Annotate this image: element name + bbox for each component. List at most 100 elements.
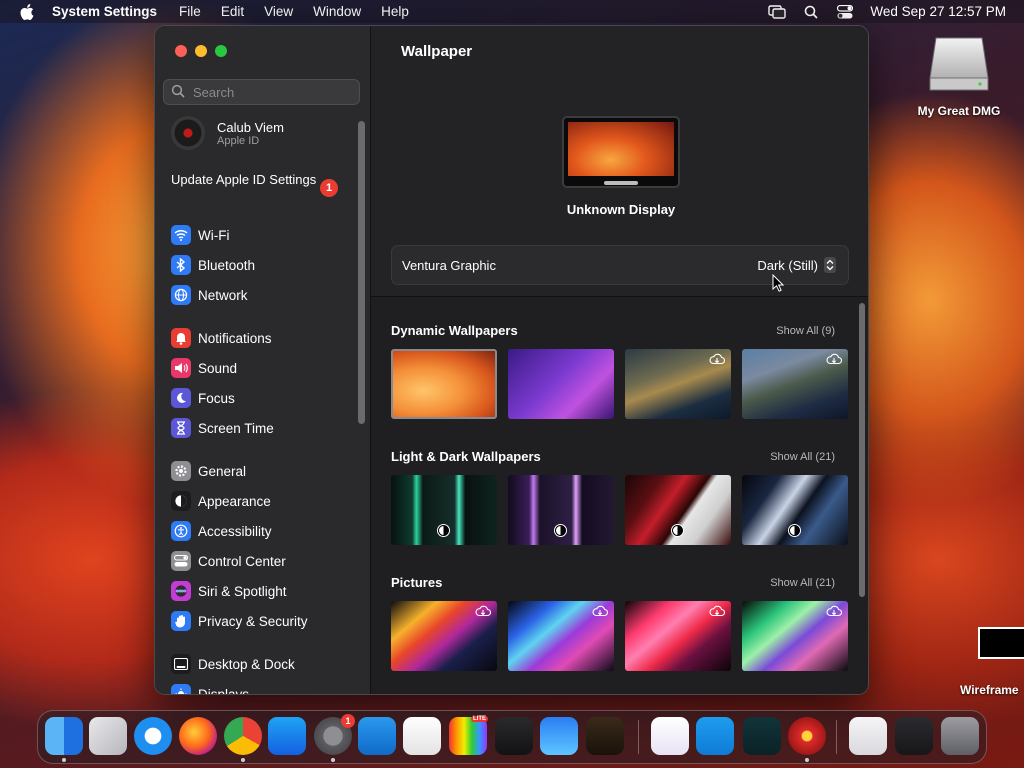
accessibility-icon xyxy=(171,521,191,541)
wallpaper-thumb-mac-green[interactable] xyxy=(391,475,497,545)
sidebar-item-label: Accessibility xyxy=(198,523,272,539)
appearance-icon xyxy=(171,491,191,511)
dock-launchpad-icon[interactable] xyxy=(89,717,127,755)
sidebar-item-privacy-security[interactable]: Privacy & Security xyxy=(171,610,356,632)
show-all-dynamic-button[interactable]: Show All (9) xyxy=(731,325,835,337)
gallery-scrollbar[interactable] xyxy=(859,303,865,597)
window-controls xyxy=(175,45,227,57)
wallpaper-pane: Wallpaper Unknown Display Ventura Graphi… xyxy=(371,26,868,694)
wallpaper-thumb-ventura-purple[interactable] xyxy=(508,349,614,419)
cloud-download-icon xyxy=(475,605,491,617)
wallpaper-thumb-catalina-island[interactable] xyxy=(742,349,848,419)
current-wallpaper-name: Ventura Graphic xyxy=(402,257,496,273)
sidebar-item-bluetooth[interactable]: Bluetooth xyxy=(171,254,356,276)
menu-edit[interactable]: Edit xyxy=(221,4,244,19)
dock-visual-code-remote-icon[interactable] xyxy=(696,717,734,755)
sidebar-item-label: Notifications xyxy=(198,330,272,346)
dock-affinity-icon[interactable] xyxy=(449,717,487,755)
dock-trash-icon[interactable] xyxy=(941,717,979,755)
menu-file[interactable]: File xyxy=(179,4,201,19)
sidebar-item-label: Bluetooth xyxy=(198,257,256,273)
wallpaper-thumb-macbook-pro-1[interactable] xyxy=(391,601,497,671)
appearance-popup-value[interactable]: Dark (Still) xyxy=(757,258,818,273)
dock-app-store-icon[interactable] xyxy=(268,717,306,755)
dock-icon xyxy=(171,654,191,674)
minimize-button[interactable] xyxy=(195,45,207,57)
spotlight-search-icon[interactable] xyxy=(802,5,820,19)
sidebar-item-siri-spotlight[interactable]: Siri & Spotlight xyxy=(171,580,356,602)
apple-id-account[interactable]: Calub Viem Apple ID xyxy=(171,116,351,150)
wallpaper-thumb-ventura-graphic[interactable] xyxy=(391,349,497,419)
wallpaper-thumb-catalina-coast[interactable] xyxy=(625,349,731,419)
dock-flash-icon[interactable] xyxy=(788,717,826,755)
sidebar-item-wi-fi[interactable]: Wi-Fi xyxy=(171,224,356,246)
update-apple-id-item[interactable]: Update Apple ID Settings xyxy=(171,172,341,188)
dock-chrome-icon[interactable] xyxy=(224,717,262,755)
dock-safari-icon[interactable] xyxy=(134,717,172,755)
hourglass-icon xyxy=(171,418,191,438)
sidebar-item-accessibility[interactable]: Accessibility xyxy=(171,520,356,542)
dock-instruments-icon[interactable] xyxy=(586,717,624,755)
menu-view[interactable]: View xyxy=(264,4,293,19)
sidebar-item-label: Sound xyxy=(198,360,238,376)
wallpaper-thumb-blue-wave[interactable] xyxy=(742,475,848,545)
wallpaper-thumb-macbook-pro-2[interactable] xyxy=(508,601,614,671)
sidebar-item-label: Appearance xyxy=(198,493,271,509)
running-indicator xyxy=(331,758,335,762)
menu-app-name[interactable]: System Settings xyxy=(52,4,157,19)
dock-vs-code-icon[interactable] xyxy=(358,717,396,755)
sidebar-item-focus[interactable]: Focus xyxy=(171,387,356,409)
sidebar-item-label: Wi-Fi xyxy=(198,227,230,243)
sidebar-item-displays[interactable]: Displays xyxy=(171,683,356,694)
wireframe-label: Wireframe xyxy=(960,683,1019,697)
search-field[interactable]: Search xyxy=(163,79,360,105)
siri-icon xyxy=(171,581,191,601)
dock-terminal-icon[interactable] xyxy=(495,717,533,755)
wallpaper-thumb-macbook-pro-4[interactable] xyxy=(742,601,848,671)
sidebar-scrollbar[interactable] xyxy=(358,121,365,424)
running-indicator xyxy=(241,758,245,762)
close-button[interactable] xyxy=(175,45,187,57)
dock-visual-studio-icon[interactable] xyxy=(651,717,689,755)
dock-firefox-icon[interactable] xyxy=(179,717,217,755)
dock-preview-icon[interactable] xyxy=(849,717,887,755)
control-center-menubar-icon[interactable] xyxy=(836,4,854,19)
dock-textedit-icon[interactable] xyxy=(403,717,441,755)
disk-image-icon[interactable] xyxy=(928,36,990,94)
page-title: Wallpaper xyxy=(401,43,473,60)
sidebar-item-notifications[interactable]: Notifications xyxy=(171,327,356,349)
search-icon xyxy=(171,84,187,100)
wallpaper-thumb-red-wave[interactable] xyxy=(625,475,731,545)
wallpaper-thumb-macbook-pro-3[interactable] xyxy=(625,601,731,671)
sidebar-item-desktop-dock[interactable]: Desktop & Dock xyxy=(171,653,356,675)
sidebar-item-general[interactable]: General xyxy=(171,460,356,482)
dock-wireframe-app-icon[interactable] xyxy=(743,717,781,755)
sidebar-item-label: Screen Time xyxy=(198,420,274,436)
menu-datetime[interactable]: Wed Sep 27 12:57 PM xyxy=(870,4,1006,19)
sidebar: Search Calub Viem Apple ID Update Apple … xyxy=(155,26,371,694)
menu-help[interactable]: Help xyxy=(381,4,409,19)
sidebar-item-network[interactable]: Network xyxy=(171,284,356,306)
dock-finder-icon[interactable] xyxy=(45,717,83,755)
zoom-button[interactable] xyxy=(215,45,227,57)
popup-stepper-icon[interactable] xyxy=(824,257,836,273)
dock: 1 LITE xyxy=(37,710,987,764)
sidebar-item-sound[interactable]: Sound xyxy=(171,357,356,379)
bluetooth-icon xyxy=(171,255,191,275)
wifi-icon xyxy=(171,225,191,245)
sidebar-item-appearance[interactable]: Appearance xyxy=(171,490,356,512)
sidebar-item-screen-time[interactable]: Screen Time xyxy=(171,417,356,439)
sidebar-item-control-center[interactable]: Control Center xyxy=(171,550,356,572)
gear-icon xyxy=(171,461,191,481)
dock-window-stack-icon[interactable] xyxy=(895,717,933,755)
menu-window[interactable]: Window xyxy=(313,4,361,19)
show-all-pictures-button[interactable]: Show All (21) xyxy=(731,577,835,589)
apple-menu-icon[interactable] xyxy=(18,3,36,20)
avatar xyxy=(171,116,205,150)
wireframe-desktop-icon[interactable] xyxy=(978,627,1024,659)
dock-separator xyxy=(836,720,837,754)
wallpaper-thumb-mac-purple[interactable] xyxy=(508,475,614,545)
dock-weather-icon[interactable] xyxy=(540,717,578,755)
show-all-light-dark-button[interactable]: Show All (21) xyxy=(731,451,835,463)
screen-mirroring-icon[interactable] xyxy=(768,4,787,19)
